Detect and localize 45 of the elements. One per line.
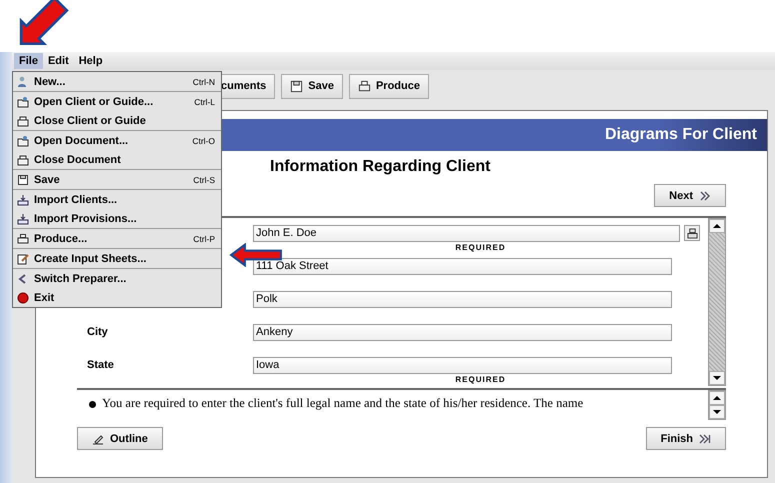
import-icon [17,212,29,224]
menu-item[interactable]: Exit [13,288,221,307]
text-field[interactable]: 111 Oak Street [253,258,672,275]
next-button[interactable]: Next [654,184,726,207]
header-title: Diagrams For Client [604,126,757,144]
text-field[interactable]: John E. Doe [253,225,680,242]
text-field[interactable]: Polk [253,291,672,308]
scrollbar[interactable] [708,390,726,420]
menu-item[interactable]: Save Ctrl-S [13,170,221,189]
menu-item[interactable]: Edit [42,53,74,69]
bullet-icon [89,401,96,408]
printer-icon [358,80,371,92]
menu-item[interactable]: Close Client or Guide [13,111,221,130]
stop-icon [17,292,29,304]
pencil-page-icon [17,252,29,264]
import-icon [17,194,29,206]
field-label: City [87,326,108,338]
toolbar-button[interactable]: Produce [348,74,429,98]
scrollbar[interactable] [708,218,726,386]
outline-button[interactable]: Outline [77,427,163,450]
menu-item[interactable]: Help [74,53,108,69]
menu-item[interactable]: Open Document... Ctrl-O [13,131,221,150]
menu-item[interactable]: Create Input Sheets... [13,249,221,268]
menu-item[interactable]: File [14,53,43,69]
pencil-icon [92,432,104,444]
menu-item[interactable]: Close Document [13,150,221,169]
menu-item[interactable]: Produce... Ctrl-P [13,229,221,248]
required-note: REQUIRED [455,243,506,253]
menu-item[interactable]: Import Provisions... [13,209,221,228]
finish-button[interactable]: Finish [646,427,726,450]
description-text: You are required to enter the client's full legal name and the state of his/her residence. The name [102,396,584,412]
chevron-right-icon [699,190,711,202]
page-title: Information Regarding Client [270,158,492,176]
field-label: State [87,359,114,371]
text-field[interactable]: Ankeny [253,324,672,341]
menu-item[interactable]: Switch Preparer... [13,269,221,288]
person-icon [17,76,29,88]
arrow-pointer [18,0,70,48]
text-field[interactable]: Iowa [253,357,672,374]
lookup-button[interactable] [684,225,700,241]
menu-item[interactable]: Import Clients... [13,190,221,209]
printer-icon [17,232,29,244]
toolbar-button[interactable]: Save [281,74,343,98]
required-note: REQUIRED [455,375,506,385]
skip-to-end-icon [699,432,711,444]
